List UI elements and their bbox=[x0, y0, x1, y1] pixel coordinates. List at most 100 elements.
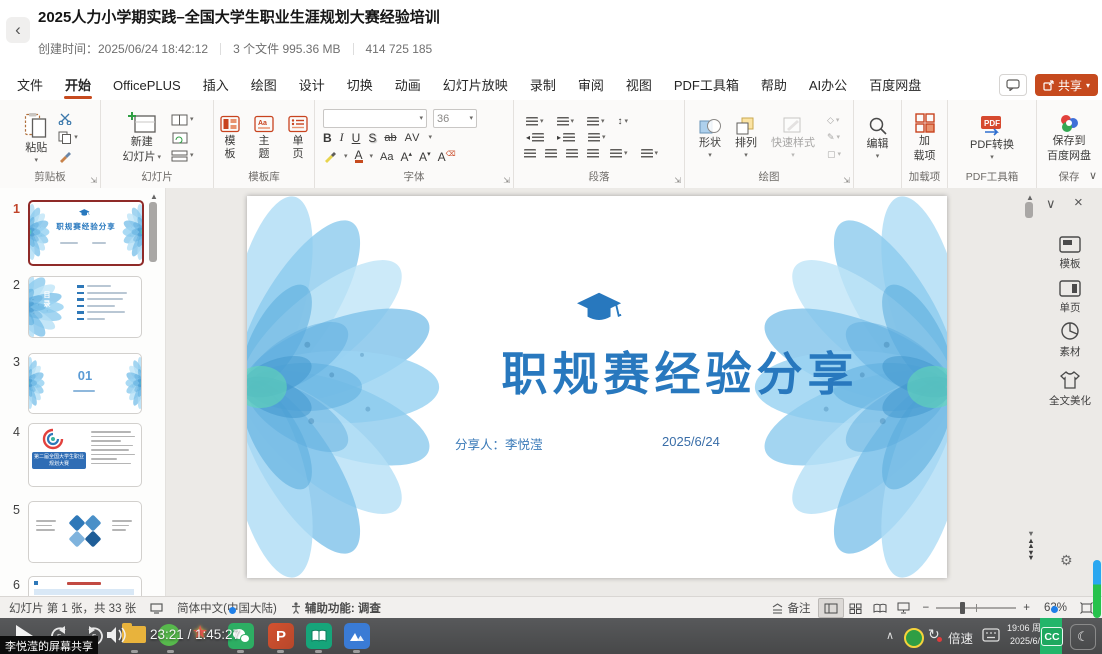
zoom-slider[interactable] bbox=[936, 607, 1016, 609]
rail-item-beautify[interactable]: 全文美化 bbox=[1044, 370, 1096, 408]
increase-indent-button[interactable]: ▸ bbox=[555, 132, 577, 144]
player-volume-button[interactable] bbox=[106, 626, 126, 644]
text-shadow-button[interactable]: S bbox=[368, 131, 376, 145]
grow-font-button[interactable]: A▴ bbox=[401, 150, 413, 164]
drawing-dialog-launcher[interactable]: ⇲ bbox=[843, 177, 850, 185]
slide-layout-button[interactable]: ▾ bbox=[169, 113, 196, 127]
addins-button[interactable]: 加 载项 bbox=[910, 111, 940, 165]
tab-transitions[interactable]: 切换 bbox=[336, 71, 384, 100]
numbering-button[interactable]: ▾ bbox=[555, 116, 577, 128]
slideshow-button[interactable] bbox=[892, 599, 916, 617]
zoom-out-button[interactable]: − bbox=[916, 597, 937, 619]
normal-view-button[interactable] bbox=[818, 598, 844, 618]
caj-viewer-taskbar-icon[interactable] bbox=[306, 623, 332, 649]
align-right-button[interactable] bbox=[566, 149, 578, 159]
slide-thumbnail-1[interactable]: 职规赛经验分享 bbox=[28, 200, 144, 266]
slide-thumbnail-5[interactable] bbox=[28, 501, 142, 563]
section-button[interactable]: ▾ bbox=[169, 149, 196, 163]
tab-draw[interactable]: 绘图 bbox=[240, 71, 288, 100]
pdf-convert-button[interactable]: PDF PDF转换 ▾ bbox=[966, 113, 1018, 163]
save-to-baidu-button[interactable]: 保存到 百度网盘 bbox=[1043, 111, 1095, 165]
slide-thumbnail-3[interactable]: 01 bbox=[28, 353, 142, 414]
bold-button[interactable]: B bbox=[323, 131, 332, 145]
text-spacing-button[interactable]: ▾ bbox=[586, 132, 608, 144]
presenter-textbox[interactable]: 分享人：李悦滢 bbox=[455, 434, 543, 453]
thumb-scroll-up-arrow[interactable]: ▲ bbox=[150, 193, 158, 201]
copy-button[interactable]: ▾ bbox=[56, 130, 80, 145]
powerpoint-taskbar-icon[interactable]: P bbox=[268, 623, 294, 649]
format-painter-button[interactable] bbox=[56, 149, 80, 164]
quick-styles-button[interactable]: 快速样式 ▾ bbox=[767, 115, 819, 161]
strikethrough-button[interactable]: ab bbox=[384, 132, 396, 144]
align-center-button[interactable] bbox=[545, 149, 557, 159]
tab-review[interactable]: 审阅 bbox=[567, 71, 615, 100]
cut-button[interactable] bbox=[56, 112, 80, 126]
comments-button[interactable] bbox=[999, 74, 1027, 96]
font-size-combo[interactable]: 36▾ bbox=[433, 109, 477, 128]
character-spacing-button[interactable]: AV bbox=[405, 132, 421, 144]
clipboard-dialog-launcher[interactable]: ⇲ bbox=[90, 177, 97, 185]
tab-file[interactable]: 文件 bbox=[6, 71, 54, 100]
zoom-in-button[interactable]: + bbox=[1016, 597, 1037, 619]
tab-slideshow[interactable]: 幻灯片放映 bbox=[432, 71, 519, 100]
slide-thumbnail-2[interactable]: 目录 bbox=[28, 276, 142, 338]
slide-thumbnail-6[interactable] bbox=[28, 576, 142, 596]
settings-gear-icon[interactable]: ⚙ bbox=[1060, 552, 1073, 569]
shape-effects-button[interactable]: ▢▾ bbox=[825, 148, 843, 161]
decrease-indent-button[interactable]: ◂ bbox=[524, 132, 546, 144]
player-volume-slider[interactable] bbox=[1093, 560, 1101, 618]
slide-title-textbox[interactable]: 职规赛经验分享 bbox=[420, 338, 940, 404]
tab-baidu-netdisk[interactable]: 百度网盘 bbox=[858, 71, 932, 100]
canvas-scroll-up-arrow[interactable]: ▲ bbox=[1026, 194, 1034, 202]
notes-button[interactable]: 备注 bbox=[764, 597, 818, 619]
font-dialog-launcher[interactable]: ⇲ bbox=[503, 177, 510, 185]
zoom-slider-thumb[interactable] bbox=[960, 602, 965, 614]
slide-thumbnail-4[interactable]: 第二届全国大学生职业规划大赛 bbox=[28, 423, 142, 487]
paragraph-dialog-launcher[interactable]: ⇲ bbox=[674, 177, 681, 185]
arrange-button[interactable]: 排列 ▾ bbox=[731, 115, 761, 161]
justify-button[interactable] bbox=[587, 149, 599, 159]
slide-counter[interactable]: 幻灯片 第 1 张，共 33 张 bbox=[2, 597, 143, 619]
tray-expand-icon[interactable]: ∧ bbox=[886, 629, 894, 642]
previous-slide-button[interactable]: ▲▲ bbox=[1027, 538, 1034, 548]
font-color-button[interactable]: A bbox=[355, 150, 363, 163]
sync-tray-icon[interactable]: ↻ bbox=[928, 626, 940, 643]
collapse-pane-button[interactable]: ∨ bbox=[1046, 197, 1056, 210]
text-direction-button[interactable]: ▾ bbox=[639, 148, 661, 160]
rail-item-template[interactable]: 模板 bbox=[1044, 236, 1096, 271]
subtitles-cc-button[interactable]: CC bbox=[1041, 627, 1063, 646]
rail-item-materials[interactable]: 素材 bbox=[1044, 321, 1096, 359]
collapse-ribbon-button[interactable]: ∨ bbox=[1089, 169, 1097, 182]
date-textbox[interactable]: 2025/6/24 bbox=[662, 434, 720, 449]
playback-speed-button[interactable]: 倍速 bbox=[948, 628, 973, 647]
tab-view[interactable]: 视图 bbox=[615, 71, 663, 100]
font-name-combo[interactable]: ▾ bbox=[323, 109, 427, 128]
tray-icon-green[interactable] bbox=[904, 628, 924, 648]
display-settings-button[interactable] bbox=[143, 597, 170, 619]
bullets-button[interactable]: ▾ bbox=[524, 116, 546, 128]
line-spacing-button[interactable]: ▾ bbox=[585, 116, 607, 128]
shape-fill-button[interactable]: ◇▾ bbox=[825, 114, 843, 127]
template-button[interactable]: 模板 bbox=[216, 113, 244, 163]
night-mode-button[interactable]: ☾ bbox=[1070, 624, 1096, 650]
editing-button[interactable]: 编辑 ▾ bbox=[863, 114, 893, 162]
reading-view-button[interactable] bbox=[868, 599, 892, 617]
tab-home[interactable]: 开始 bbox=[54, 71, 102, 100]
slide-canvas[interactable]: 职规赛经验分享 分享人：李悦滢 2025/6/24 bbox=[247, 196, 947, 578]
paste-button[interactable]: 粘贴 ▾ bbox=[20, 110, 52, 166]
rail-item-single-page[interactable]: 单页 bbox=[1044, 280, 1096, 315]
tab-ai-office[interactable]: AI办公 bbox=[798, 71, 858, 100]
align-left-button[interactable] bbox=[524, 149, 536, 159]
single-page-button[interactable]: 单页 bbox=[284, 113, 312, 163]
italic-button[interactable]: I bbox=[340, 130, 344, 145]
shrink-font-button[interactable]: A▾ bbox=[419, 150, 431, 164]
touch-keyboard-tray-icon[interactable] bbox=[982, 627, 1000, 643]
slide-sorter-view-button[interactable] bbox=[844, 599, 868, 617]
back-button[interactable]: ‹ bbox=[6, 17, 30, 43]
next-slide-button[interactable]: ▼▼ bbox=[1027, 550, 1034, 560]
tab-officeplus[interactable]: OfficePLUS bbox=[102, 71, 192, 100]
thumb-scrollbar[interactable] bbox=[149, 202, 157, 262]
share-button[interactable]: 共享 ▾ bbox=[1035, 74, 1098, 96]
sort-button[interactable]: ↕▾ bbox=[616, 115, 631, 128]
clear-formatting-button[interactable]: A⌫ bbox=[438, 150, 456, 164]
